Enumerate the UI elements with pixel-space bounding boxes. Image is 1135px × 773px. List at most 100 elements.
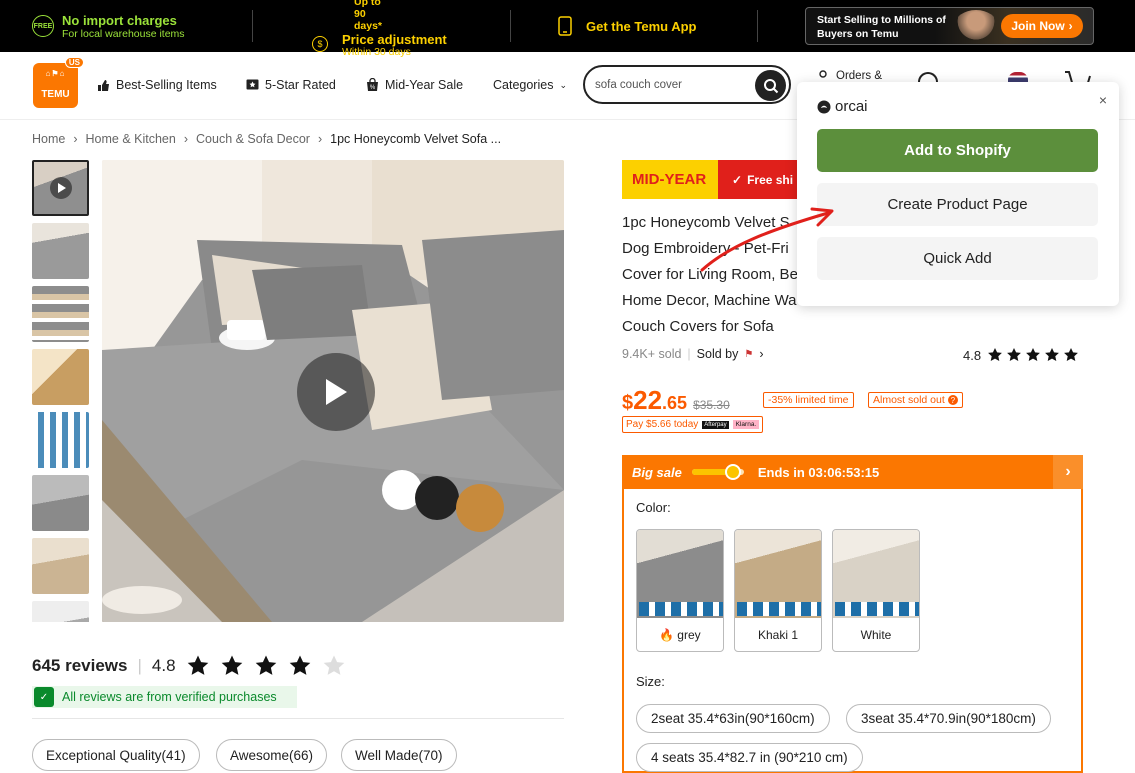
logo-glyphs: ⌂⚑⌂ — [45, 69, 66, 78]
size-label: Size: — [636, 674, 665, 689]
shopping-bag-icon: % — [367, 78, 378, 91]
color-option-khaki[interactable]: Khaki 1 — [734, 529, 822, 652]
sale-countdown: Ends in 03:06:53:15 — [757, 464, 880, 480]
start-selling-banner[interactable]: Start Selling to Millions of Buyers on T… — [805, 7, 1094, 45]
topbar-divider — [252, 10, 253, 42]
logo-text: TEMU — [41, 89, 70, 100]
search-input[interactable]: sofa couch cover — [595, 79, 682, 91]
free-shipping-icon: FREE — [32, 15, 54, 37]
pay-today-label: Pay $5.66 today — [626, 419, 699, 430]
sale-progress-bar — [691, 464, 744, 480]
help-icon: ? — [947, 395, 958, 405]
search-button[interactable] — [755, 70, 786, 101]
dollar-icon: $ — [312, 36, 328, 52]
thumbnail-image[interactable] — [32, 349, 89, 405]
divider — [32, 718, 564, 719]
thumbnail-image[interactable] — [32, 601, 89, 622]
product-rating[interactable]: 4.8 — [963, 347, 1081, 363]
thumbnail-image[interactable] — [32, 475, 89, 531]
swatch-image — [735, 530, 821, 618]
pay-later-badge[interactable]: Pay $5.66 today Afterpay Klarna. — [622, 416, 764, 433]
quick-add-button[interactable]: Quick Add — [817, 237, 1098, 280]
no-import-subtitle: For local warehouse items — [62, 27, 185, 40]
review-tag-chip[interactable]: Exceptional Quality(41) — [32, 739, 200, 771]
main-product-image[interactable] — [102, 160, 564, 622]
store-logo-icon[interactable]: ⚑ — [744, 349, 753, 360]
nav-categories[interactable]: Categories ⌄ — [493, 78, 567, 92]
nav-five-star[interactable]: 5-Star Rated — [246, 78, 336, 92]
breadcrumb-home-kitchen[interactable]: Home & Kitchen — [86, 132, 176, 146]
color-label: Color: — [636, 500, 671, 515]
thumbnail-video[interactable] — [32, 160, 89, 216]
play-icon — [326, 379, 347, 405]
fire-icon: 🔥 — [659, 628, 675, 642]
breadcrumb-home[interactable]: Home — [32, 132, 65, 146]
orcai-name: orcai — [835, 98, 868, 115]
discount-tag: -35% limited time — [763, 392, 854, 408]
get-app-link[interactable]: Get the Temu App — [558, 0, 697, 52]
size-option-3seat[interactable]: 3seat 35.4*70.9in(90*180cm) — [846, 704, 1051, 733]
temu-logo[interactable]: ⌂⚑⌂ TEMU US — [33, 57, 84, 108]
get-app-text: Get the Temu App — [586, 18, 697, 34]
breadcrumb-current: 1pc Honeycomb Velvet Sofa ... — [330, 132, 502, 146]
product-title-line: Couch Covers for Sofa — [622, 318, 774, 335]
orders-label: Orders & — [836, 70, 883, 82]
add-to-shopify-button[interactable]: Add to Shopify — [817, 129, 1098, 172]
annotation-arrow-icon — [700, 207, 834, 272]
color-option-grey[interactable]: 🔥 grey — [636, 529, 724, 652]
chevron-right-icon: › — [1068, 19, 1073, 33]
size-option-4seat[interactable]: 4 seats 35.4*82.7 in (90*210 cm) — [636, 743, 863, 772]
orcai-extension-popup: orcai × Add to Shopify Create Product Pa… — [797, 82, 1119, 306]
thumbnail-size-chart[interactable] — [32, 412, 89, 468]
reviews-rating: 4.8 — [151, 656, 176, 675]
close-icon[interactable]: × — [1099, 92, 1107, 108]
color-option-white[interactable]: White — [832, 529, 920, 652]
create-product-page-button[interactable]: Create Product Page — [817, 183, 1098, 226]
big-sale-header[interactable]: Big sale Ends in 03:06:53:15 › — [622, 455, 1083, 489]
price-currency: $ — [622, 392, 634, 414]
color-name: White — [860, 628, 892, 642]
nav-label: Mid-Year Sale — [385, 78, 464, 92]
chevron-right-icon[interactable]: › — [1053, 455, 1083, 489]
divider: | — [687, 347, 691, 361]
promo-topbar: FREE No import charges For local warehou… — [0, 0, 1135, 58]
breadcrumb-separator: › — [73, 132, 78, 146]
chevron-right-icon[interactable]: › — [759, 347, 763, 361]
no-import-title: No import charges — [62, 12, 177, 28]
start-selling-line1: Start Selling to Millions of — [817, 14, 946, 26]
orcai-logo-icon — [817, 100, 831, 113]
no-import-block[interactable]: FREE No import charges For local warehou… — [32, 0, 185, 52]
review-tag-chip[interactable]: Well Made(70) — [341, 739, 457, 771]
thumbnail-strip — [32, 160, 89, 622]
reviews-count: 645 reviews — [32, 656, 128, 675]
thumbnail-image[interactable] — [32, 538, 89, 594]
breadcrumb-separator: › — [317, 132, 323, 146]
star-rating-icon — [187, 655, 344, 675]
search-icon — [763, 78, 778, 93]
nav-label: Categories — [493, 78, 554, 92]
svg-text:%: % — [370, 85, 376, 91]
thumbnail-image[interactable] — [32, 223, 89, 279]
price-decimal: .65 — [662, 393, 688, 413]
nav-mid-year-sale[interactable]: % Mid-Year Sale — [366, 78, 463, 92]
orders-link[interactable]: Orders & — [818, 70, 882, 82]
size-option-2seat[interactable]: 2seat 35.4*63in(90*160cm) — [636, 704, 830, 733]
chevron-down-icon: ⌄ — [559, 79, 567, 90]
color-name: Khaki 1 — [757, 628, 799, 642]
play-video-button[interactable] — [297, 353, 375, 431]
rating-value: 4.8 — [963, 347, 982, 363]
review-tag-chip[interactable]: Awesome(66) — [216, 739, 328, 771]
swatch-image — [637, 530, 723, 618]
sold-by-label[interactable]: Sold by — [697, 347, 739, 361]
topbar-divider — [510, 10, 511, 42]
shield-check-icon: ✓ — [34, 687, 54, 707]
mid-year-promo-banner[interactable]: MID-YEAR ✓ Free shi — [622, 160, 812, 199]
sold-count: 9.4K+ sold — [622, 347, 682, 361]
almost-sold-out-tag[interactable]: Almost sold out ? — [868, 392, 963, 408]
user-icon — [819, 70, 827, 78]
join-now-button[interactable]: Join Now › — [1001, 14, 1083, 38]
thumbnail-image[interactable] — [32, 286, 89, 342]
nav-best-selling[interactable]: Best-Selling Items — [97, 78, 217, 92]
search-box[interactable]: sofa couch cover — [583, 65, 791, 104]
breadcrumb-couch-sofa-decor[interactable]: Couch & Sofa Decor — [196, 132, 310, 146]
